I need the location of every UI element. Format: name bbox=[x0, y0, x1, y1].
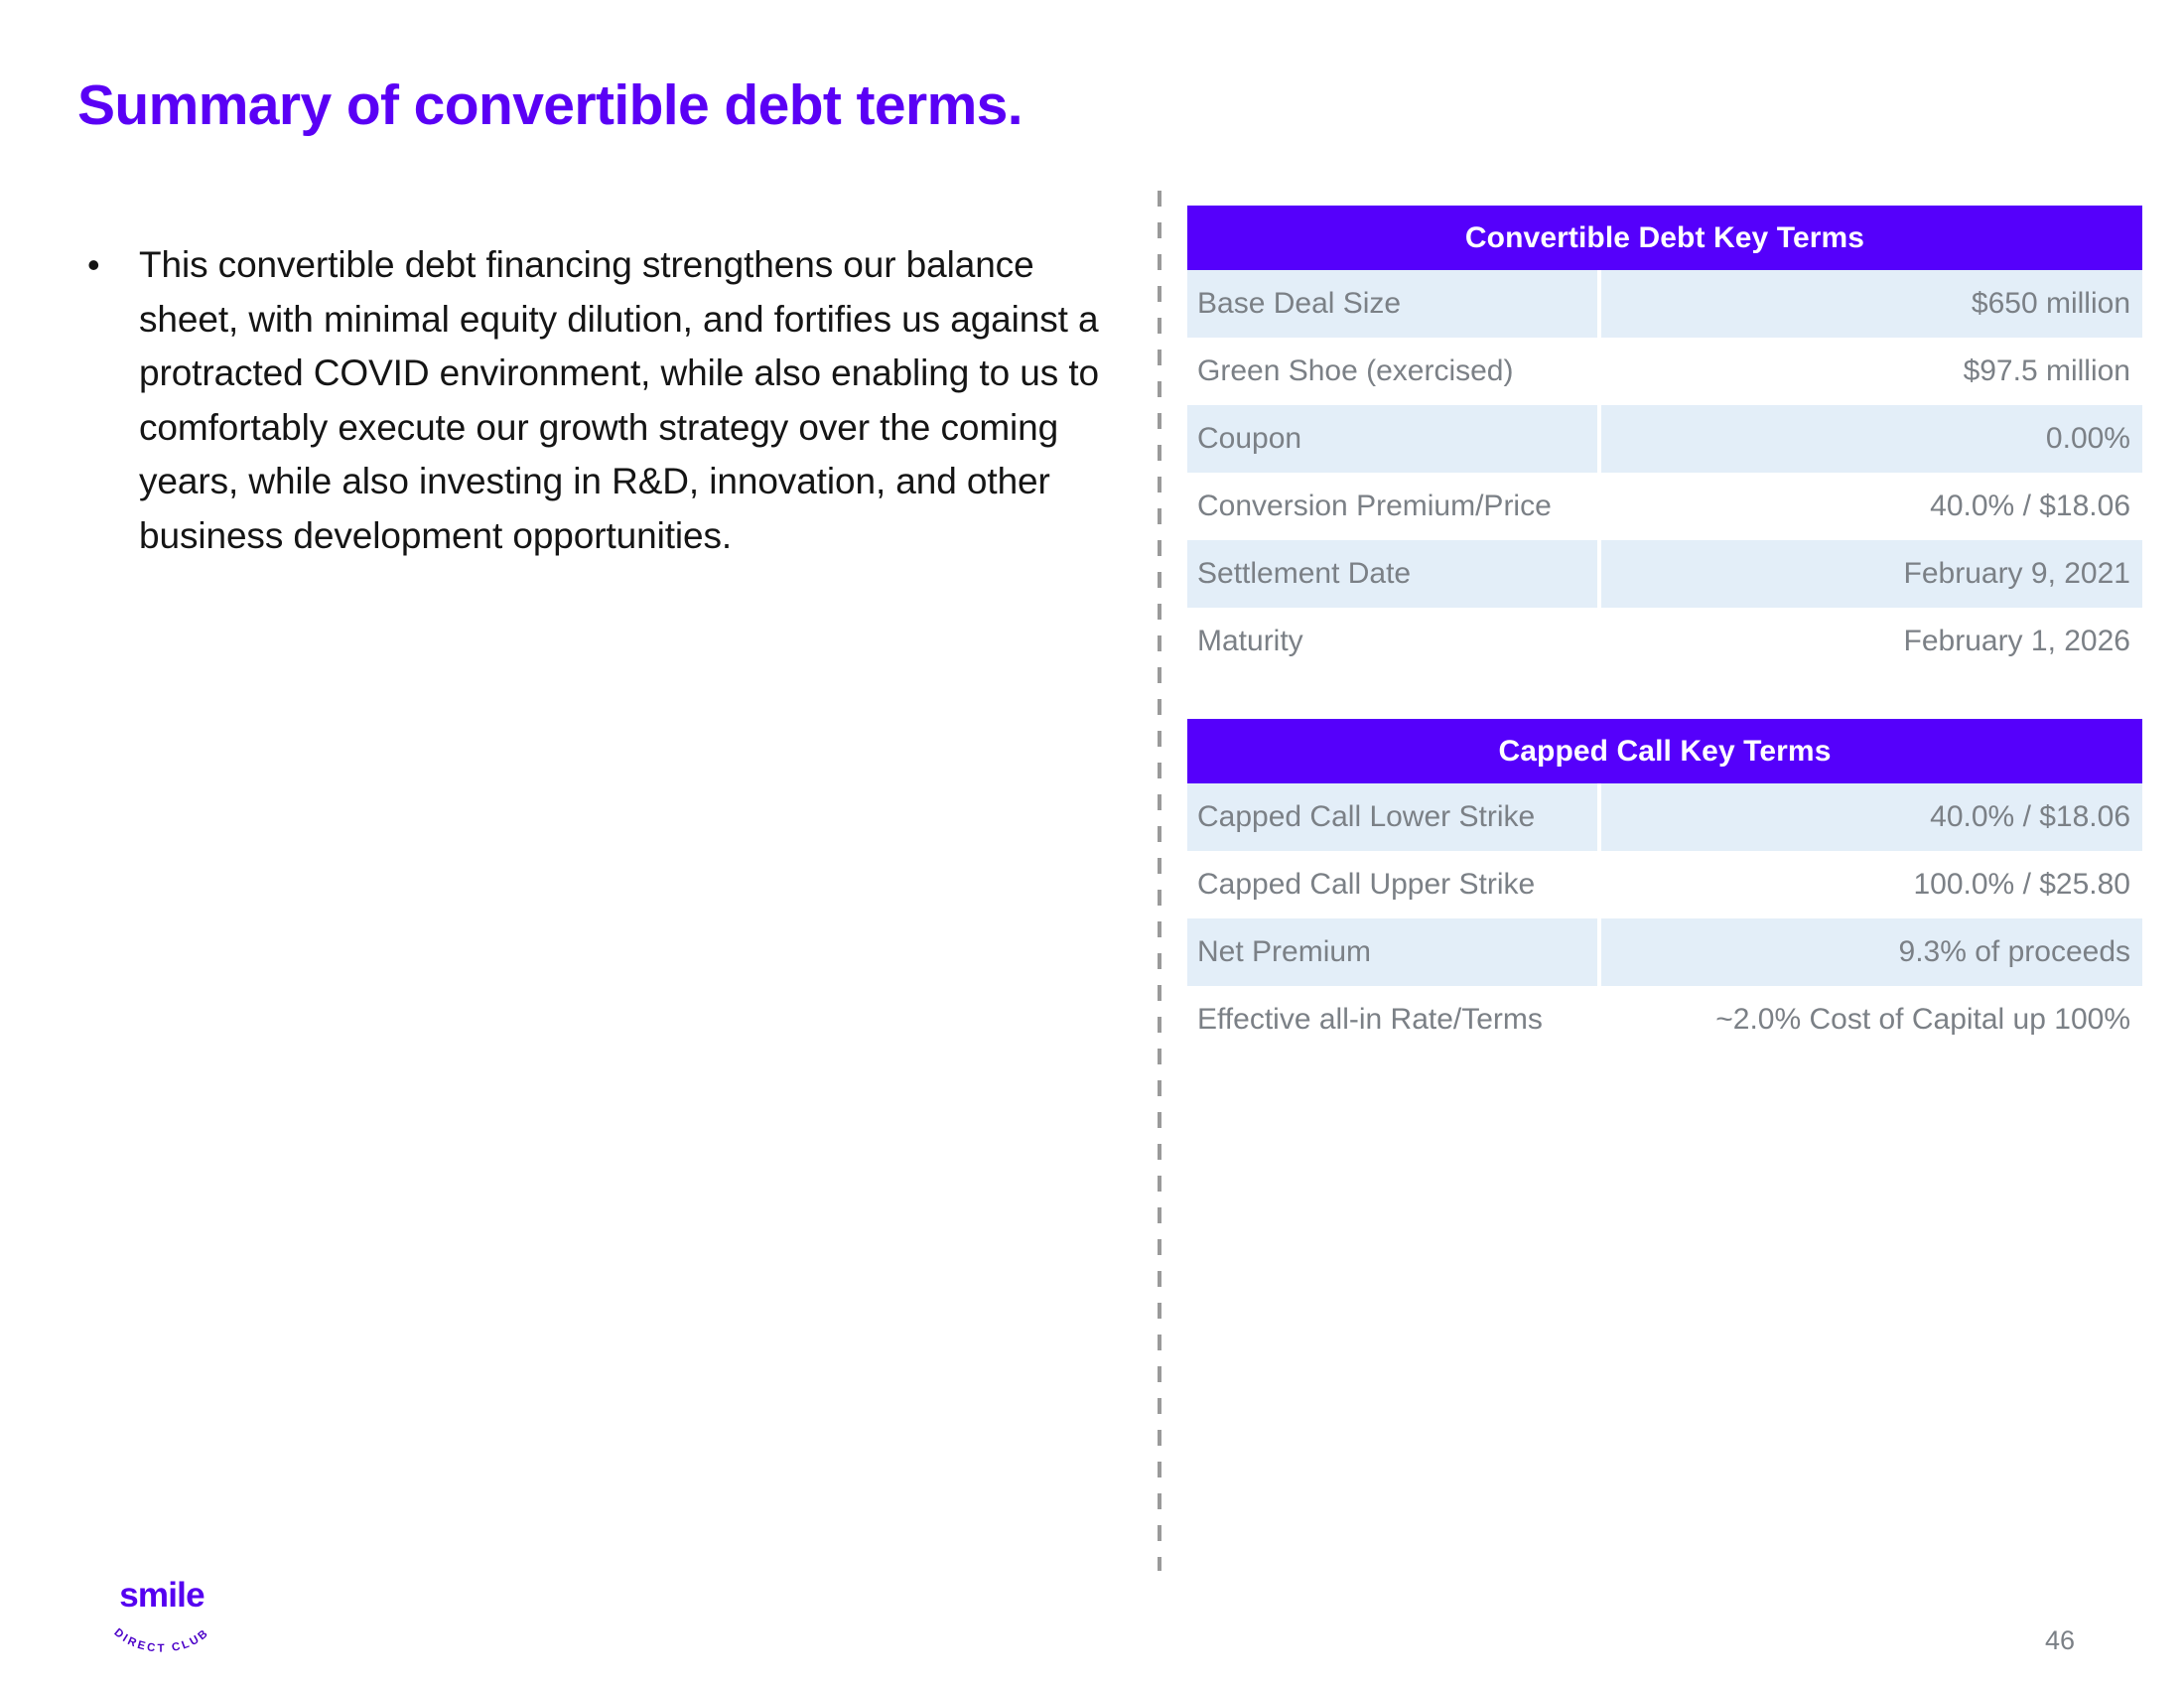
page-title: Summary of convertible debt terms. bbox=[77, 73, 1024, 137]
table-body-convertible: Base Deal Size $650 million Green Shoe (… bbox=[1187, 270, 2142, 675]
row-value: $650 million bbox=[1601, 270, 2142, 338]
smiledirectclub-logo: smile DIRECT CLUB bbox=[97, 1577, 226, 1662]
row-label: Effective all-in Rate/Terms bbox=[1197, 1003, 1543, 1036]
table-header-convertible: Convertible Debt Key Terms bbox=[1187, 206, 2142, 270]
table-row: Coupon 0.00% bbox=[1187, 405, 2142, 473]
bullet-text: This convertible debt financing strength… bbox=[139, 244, 1099, 556]
row-value: ~2.0% Cost of Capital up 100% bbox=[1715, 1003, 2130, 1036]
row-value: February 1, 2026 bbox=[1903, 625, 2130, 657]
row-value: $97.5 million bbox=[1963, 354, 2130, 387]
table-row: Net Premium 9.3% of proceeds bbox=[1187, 918, 2142, 986]
vertical-dashed-divider bbox=[1158, 191, 1161, 1571]
convertible-debt-key-terms-table: Convertible Debt Key Terms Base Deal Siz… bbox=[1187, 206, 2142, 675]
row-label: Capped Call Lower Strike bbox=[1187, 783, 1597, 851]
row-label: Settlement Date bbox=[1187, 540, 1597, 608]
row-value: 0.00% bbox=[1601, 405, 2142, 473]
table-row: Settlement Date February 9, 2021 bbox=[1187, 540, 2142, 608]
table-row: Base Deal Size $650 million bbox=[1187, 270, 2142, 338]
table-row: Capped Call Upper Strike 100.0% / $25.80 bbox=[1187, 851, 2142, 918]
row-value: 9.3% of proceeds bbox=[1601, 918, 2142, 986]
row-label: Coupon bbox=[1187, 405, 1597, 473]
row-value: 100.0% / $25.80 bbox=[1913, 868, 2130, 901]
table-row: Conversion Premium/Price 40.0% / $18.06 bbox=[1187, 473, 2142, 540]
table-row: Green Shoe (exercised) $97.5 million bbox=[1187, 338, 2142, 405]
bullet-list: • This convertible debt financing streng… bbox=[77, 238, 1100, 563]
logo-wordmark: smile bbox=[119, 1576, 205, 1615]
table-body-capped-call: Capped Call Lower Strike 40.0% / $18.06 … bbox=[1187, 783, 2142, 1054]
row-value: February 9, 2021 bbox=[1601, 540, 2142, 608]
logo-arc-text: DIRECT CLUB bbox=[97, 1615, 226, 1658]
svg-text:DIRECT CLUB: DIRECT CLUB bbox=[111, 1626, 211, 1655]
capped-call-key-terms-table: Capped Call Key Terms Capped Call Lower … bbox=[1187, 719, 2142, 1054]
table-row: Capped Call Lower Strike 40.0% / $18.06 bbox=[1187, 783, 2142, 851]
table-row: Maturity February 1, 2026 bbox=[1187, 608, 2142, 675]
page-number: 46 bbox=[2045, 1625, 2076, 1655]
row-label: Capped Call Upper Strike bbox=[1197, 868, 1536, 901]
row-value: 40.0% / $18.06 bbox=[1930, 490, 2130, 522]
row-label: Green Shoe (exercised) bbox=[1197, 354, 1514, 387]
row-label: Maturity bbox=[1197, 625, 1303, 657]
list-item: • This convertible debt financing streng… bbox=[77, 238, 1100, 563]
bullet-marker-icon: • bbox=[87, 244, 100, 285]
table-header-capped-call: Capped Call Key Terms bbox=[1187, 719, 2142, 783]
row-label: Conversion Premium/Price bbox=[1197, 490, 1552, 522]
row-label: Base Deal Size bbox=[1187, 270, 1597, 338]
row-value: 40.0% / $18.06 bbox=[1601, 783, 2142, 851]
table-row: Effective all-in Rate/Terms ~2.0% Cost o… bbox=[1187, 986, 2142, 1054]
row-label: Net Premium bbox=[1187, 918, 1597, 986]
